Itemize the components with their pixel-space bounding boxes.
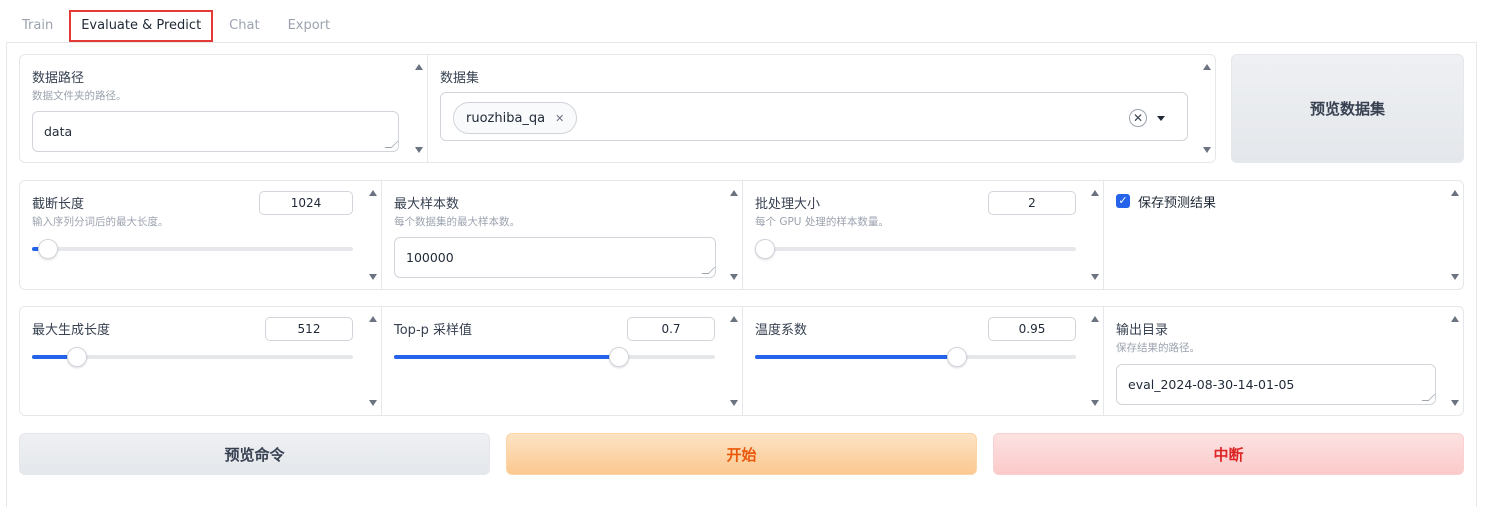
- max-samples-label: 最大样本数: [394, 197, 460, 212]
- max-samples-info: 每个数据集的最大样本数。: [394, 216, 520, 228]
- scroll-down-icon[interactable]: [369, 400, 377, 406]
- scroll-up-icon[interactable]: [1091, 190, 1099, 196]
- slider-thumb[interactable]: [947, 347, 968, 367]
- resize-handle-icon[interactable]: [701, 267, 716, 274]
- dataset-row: 数据路径 数据文件夹的路径。 data 数据集 ruozhiba_qa ✕ ✕: [19, 54, 1216, 163]
- scroll-up-icon[interactable]: [730, 316, 738, 322]
- preview-command-button[interactable]: 预览命令: [19, 433, 490, 475]
- panel-border-right: [1476, 42, 1477, 507]
- scroll-up-icon[interactable]: [369, 190, 377, 196]
- dataset-params-row: 截断长度 输入序列分词后的最大长度。 1024 最大样本数 每个数据集的最大样本…: [19, 180, 1464, 290]
- dataset-chip: ruozhiba_qa ✕: [453, 102, 578, 134]
- scroll-up-icon[interactable]: [730, 190, 738, 196]
- remove-chip-icon[interactable]: ✕: [555, 112, 564, 125]
- scroll-down-icon[interactable]: [730, 274, 738, 280]
- scroll-up-icon[interactable]: [415, 64, 423, 70]
- output-dir-info: 保存结果的路径。: [1116, 342, 1200, 354]
- dataset-dir-info: 数据文件夹的路径。: [32, 90, 127, 102]
- generation-params-row: 最大生成长度 512 Top-p 采样值 0.7 温度系数 0.95 输出目录 …: [19, 306, 1464, 416]
- scroll-up-icon[interactable]: [1451, 316, 1459, 322]
- scroll-down-icon[interactable]: [1451, 400, 1459, 406]
- scroll-down-icon[interactable]: [1203, 147, 1211, 153]
- cutoff-len-label: 截断长度: [32, 197, 85, 212]
- max-samples-block: 最大样本数 每个数据集的最大样本数。 100000: [381, 181, 742, 289]
- slider-thumb[interactable]: [755, 239, 775, 259]
- batch-size-slider[interactable]: [755, 239, 1076, 259]
- dataset-dir-block: 数据路径 数据文件夹的路径。 data: [20, 55, 427, 162]
- temperature-slider[interactable]: [755, 347, 1076, 367]
- scroll-down-icon[interactable]: [369, 274, 377, 280]
- dataset-label: 数据集: [440, 71, 480, 86]
- dataset-dir-label: 数据路径: [32, 71, 85, 86]
- max-new-tokens-slider[interactable]: [32, 347, 353, 367]
- dataset-chip-label: ruozhiba_qa: [466, 110, 546, 126]
- output-dir-input[interactable]: eval_2024-08-30-14-01-05: [1116, 364, 1436, 405]
- dataset-dropdown[interactable]: ruozhiba_qa ✕ ✕: [440, 92, 1188, 141]
- temperature-block: 温度系数 0.95: [742, 307, 1103, 415]
- start-button[interactable]: 开始: [506, 433, 977, 475]
- tab-evaluate-predict[interactable]: Evaluate & Predict: [69, 10, 214, 42]
- output-dir-block: 输出目录 保存结果的路径。 eval_2024-08-30-14-01-05: [1103, 307, 1463, 415]
- predict-block: ✓ 保存预测结果: [1103, 181, 1463, 289]
- scroll-down-icon[interactable]: [1091, 274, 1099, 280]
- slider-thumb[interactable]: [66, 347, 87, 367]
- resize-handle-icon[interactable]: [384, 141, 399, 148]
- tab-train[interactable]: Train: [10, 10, 65, 42]
- clear-icon[interactable]: ✕: [1129, 109, 1147, 127]
- max-samples-value: 100000: [406, 250, 454, 265]
- batch-size-info: 每个 GPU 处理的样本数量。: [755, 216, 889, 228]
- scroll-down-icon[interactable]: [730, 400, 738, 406]
- top-p-number[interactable]: 0.7: [627, 317, 715, 341]
- scroll-down-icon[interactable]: [1091, 400, 1099, 406]
- max-new-tokens-number[interactable]: 512: [265, 317, 353, 341]
- slider-thumb[interactable]: [608, 347, 629, 367]
- cutoff-len-info: 输入序列分词后的最大长度。: [32, 216, 169, 228]
- resize-handle-icon[interactable]: [1421, 394, 1436, 401]
- max-new-tokens-block: 最大生成长度 512: [20, 307, 381, 415]
- top-p-label: Top-p 采样值: [394, 323, 473, 338]
- chevron-down-icon[interactable]: [1157, 116, 1165, 121]
- dataset-dir-value: data: [44, 124, 73, 139]
- max-samples-input[interactable]: 100000: [394, 237, 716, 278]
- tab-export[interactable]: Export: [276, 10, 343, 42]
- cutoff-len-number[interactable]: 1024: [259, 191, 353, 215]
- scroll-down-icon[interactable]: [415, 147, 423, 153]
- predict-checkbox[interactable]: ✓: [1116, 194, 1130, 208]
- temperature-label: 温度系数: [755, 323, 808, 338]
- scroll-up-icon[interactable]: [369, 316, 377, 322]
- temperature-number[interactable]: 0.95: [988, 317, 1076, 341]
- max-new-tokens-label: 最大生成长度: [32, 323, 111, 338]
- batch-size-block: 批处理大小 每个 GPU 处理的样本数量。 2: [742, 181, 1103, 289]
- output-dir-label: 输出目录: [1116, 323, 1169, 338]
- top-p-block: Top-p 采样值 0.7: [381, 307, 742, 415]
- dataset-block: 数据集 ruozhiba_qa ✕ ✕: [427, 55, 1215, 162]
- scroll-up-icon[interactable]: [1203, 64, 1211, 70]
- tab-divider: [6, 42, 1477, 43]
- scroll-down-icon[interactable]: [1451, 274, 1459, 280]
- scroll-up-icon[interactable]: [1091, 316, 1099, 322]
- tab-bar: Train Evaluate & Predict Chat Export: [10, 10, 346, 44]
- batch-size-label: 批处理大小: [755, 197, 821, 212]
- top-p-slider[interactable]: [394, 347, 715, 367]
- preview-dataset-button[interactable]: 预览数据集: [1231, 54, 1464, 163]
- cutoff-len-slider[interactable]: [32, 239, 353, 259]
- tab-chat[interactable]: Chat: [217, 10, 271, 42]
- output-dir-value: eval_2024-08-30-14-01-05: [1128, 377, 1295, 392]
- dataset-dir-input[interactable]: data: [32, 111, 399, 152]
- panel-border-left: [6, 42, 7, 507]
- abort-button[interactable]: 中断: [993, 433, 1464, 475]
- cutoff-len-block: 截断长度 输入序列分词后的最大长度。 1024: [20, 181, 381, 289]
- predict-label[interactable]: 保存预测结果: [1138, 192, 1216, 211]
- scroll-up-icon[interactable]: [1451, 190, 1459, 196]
- batch-size-number[interactable]: 2: [988, 191, 1076, 215]
- slider-thumb[interactable]: [38, 239, 59, 259]
